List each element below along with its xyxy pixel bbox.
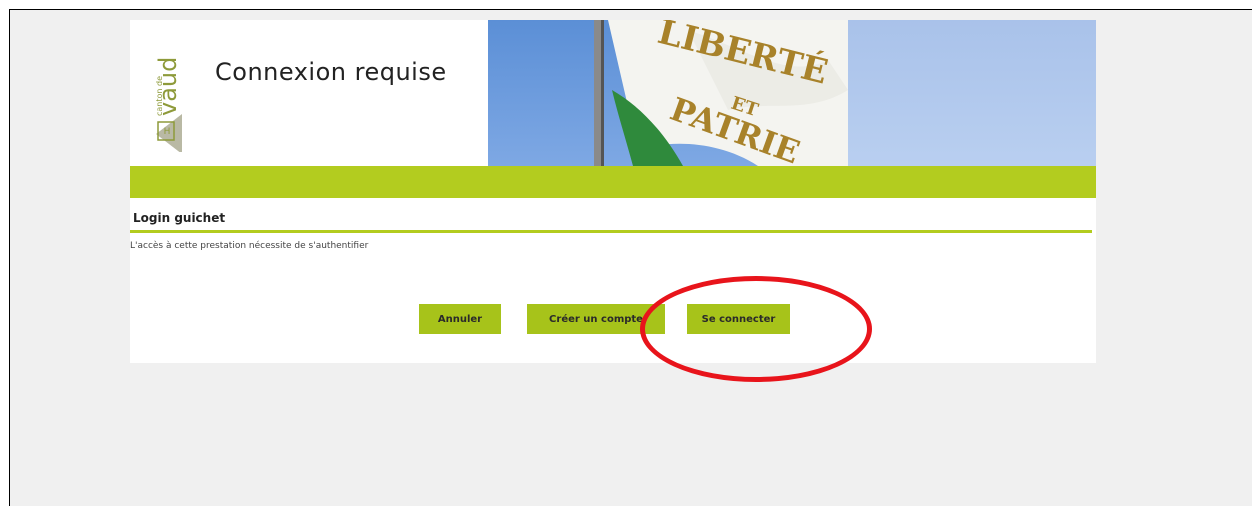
connect-button[interactable]: Se connecter [687, 304, 790, 334]
page-header: H vaud canton de Connexion requise LIBER… [130, 20, 1096, 166]
svg-text:H: H [164, 127, 171, 137]
cancel-button[interactable]: Annuler [419, 304, 501, 334]
accent-bar [130, 166, 1096, 198]
section-divider [130, 230, 1092, 233]
flag-banner-image: LIBERTÉ ET PATRIE [488, 20, 1096, 166]
section-title: Login guichet [133, 211, 226, 225]
canton-vaud-logo: H vaud canton de [154, 57, 182, 152]
info-text: L'accès à cette prestation nécessite de … [130, 241, 369, 251]
browser-viewport: H vaud canton de Connexion requise LIBER… [9, 9, 1252, 506]
create-account-button[interactable]: Créer un compte [527, 304, 665, 334]
page-title: Connexion requise [215, 58, 447, 86]
svg-text:canton de: canton de [155, 76, 164, 116]
login-card: H vaud canton de Connexion requise LIBER… [130, 20, 1096, 363]
